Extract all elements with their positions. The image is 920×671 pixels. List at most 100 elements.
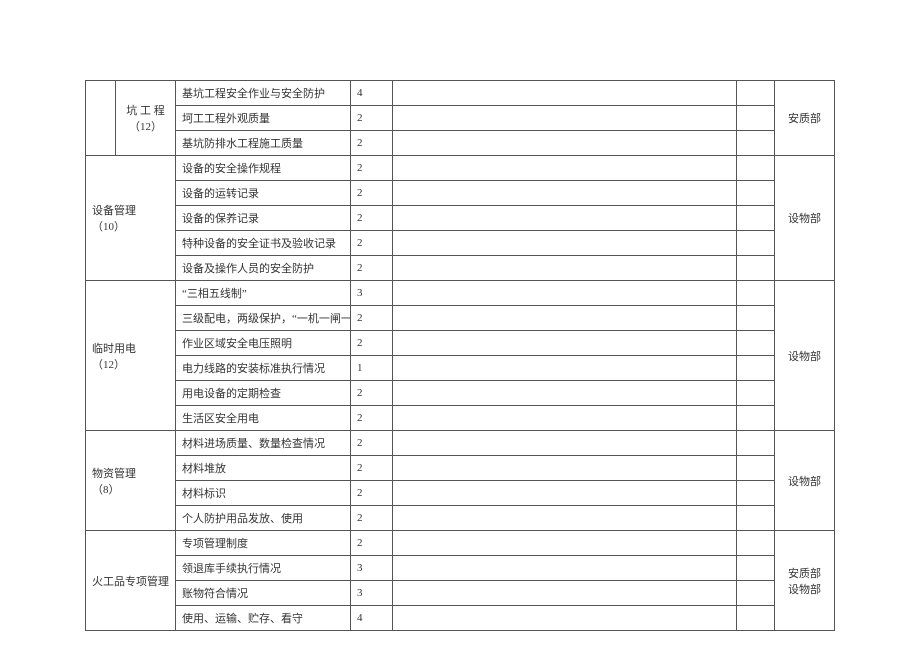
blank-cell <box>393 556 737 581</box>
item-cell: 专项管理制度 <box>176 531 351 556</box>
blank-cell <box>393 231 737 256</box>
item-cell: 基坑防排水工程施工质量 <box>176 131 351 156</box>
blank-cell <box>737 306 775 331</box>
dept-cell: 安质部 设物部 <box>775 531 835 631</box>
blank-cell <box>737 531 775 556</box>
blank-cell <box>737 181 775 206</box>
section-name: 临时用电 <box>92 340 169 356</box>
table-row: 生活区安全用电 2 <box>86 406 835 431</box>
table-row: 账物符合情况 3 <box>86 581 835 606</box>
table-row: 设备的运转记录 2 <box>86 181 835 206</box>
blank-cell <box>737 581 775 606</box>
section-name: 设备管理 <box>92 202 169 218</box>
blank-cell <box>393 156 737 181</box>
dept-line: 安质部 <box>781 565 828 581</box>
blank-cell <box>393 531 737 556</box>
blank-cell <box>737 381 775 406</box>
item-cell: 用电设备的定期检查 <box>176 381 351 406</box>
section-label: 坑 工 程 （12） <box>116 81 176 156</box>
table-row: 设备的保养记录 2 <box>86 206 835 231</box>
table-row: 设备管理 （10） 设备的安全操作规程 2 设物部 <box>86 156 835 181</box>
table-row: 领退库手续执行情况 3 <box>86 556 835 581</box>
section-name: 坑 工 程 <box>122 102 169 118</box>
item-cell: 使用、运输、贮存、看守 <box>176 606 351 631</box>
item-cell: 设备的安全操作规程 <box>176 156 351 181</box>
blank-cell <box>737 281 775 306</box>
blank-cell <box>393 306 737 331</box>
num-cell: 3 <box>351 281 393 306</box>
blank-cell <box>737 231 775 256</box>
num-cell: 2 <box>351 456 393 481</box>
table-row: 作业区域安全电压照明 2 <box>86 331 835 356</box>
section-blank <box>86 81 116 156</box>
dept-cell: 设物部 <box>775 156 835 281</box>
num-cell: 2 <box>351 256 393 281</box>
num-cell: 2 <box>351 131 393 156</box>
blank-cell <box>393 581 737 606</box>
blank-cell <box>737 606 775 631</box>
num-cell: 2 <box>351 331 393 356</box>
num-cell: 4 <box>351 81 393 106</box>
item-cell: 个人防护用品发放、使用 <box>176 506 351 531</box>
num-cell: 2 <box>351 156 393 181</box>
item-cell: 材料标识 <box>176 481 351 506</box>
blank-cell <box>393 181 737 206</box>
item-cell: 作业区域安全电压照明 <box>176 331 351 356</box>
blank-cell <box>393 406 737 431</box>
blank-cell <box>737 256 775 281</box>
item-cell: 坷工工程外观质量 <box>176 106 351 131</box>
section-label: 物资管理 （8） <box>86 431 176 531</box>
dept-line: 设物部 <box>781 581 828 597</box>
num-cell: 2 <box>351 431 393 456</box>
item-cell: 设备的保养记录 <box>176 206 351 231</box>
table-row: 临时用电 （12） “三相五线制” 3 设物部 <box>86 281 835 306</box>
inspection-table: 坑 工 程 （12） 基坑工程安全作业与安全防护 4 安质部 坷工工程外观质量 … <box>85 80 835 631</box>
table-row: 火工品专项管理（16） 专项管理制度 2 安质部 设物部 <box>86 531 835 556</box>
num-cell: 2 <box>351 106 393 131</box>
dept-cell: 安质部 <box>775 81 835 156</box>
item-cell: 生活区安全用电 <box>176 406 351 431</box>
blank-cell <box>737 456 775 481</box>
table-row: 材料标识 2 <box>86 481 835 506</box>
num-cell: 2 <box>351 531 393 556</box>
table-row: 使用、运输、贮存、看守 4 <box>86 606 835 631</box>
blank-cell <box>737 506 775 531</box>
num-cell: 2 <box>351 306 393 331</box>
blank-cell <box>737 356 775 381</box>
blank-cell <box>393 431 737 456</box>
blank-cell <box>737 431 775 456</box>
dept-cell: 设物部 <box>775 431 835 531</box>
blank-cell <box>393 481 737 506</box>
blank-cell <box>737 331 775 356</box>
blank-cell <box>393 456 737 481</box>
blank-cell <box>393 106 737 131</box>
table-row: 物资管理 （8） 材料进场质量、数量检查情况 2 设物部 <box>86 431 835 456</box>
section-label: 火工品专项管理（16） <box>86 531 176 631</box>
section-label: 设备管理 （10） <box>86 156 176 281</box>
item-cell: 特种设备的安全证书及验收记录 <box>176 231 351 256</box>
blank-cell <box>393 381 737 406</box>
section-count: （8） <box>92 481 169 497</box>
num-cell: 2 <box>351 481 393 506</box>
blank-cell <box>393 281 737 306</box>
dept-cell: 设物部 <box>775 281 835 431</box>
section-label: 临时用电 （12） <box>86 281 176 431</box>
blank-cell <box>737 106 775 131</box>
blank-cell <box>393 206 737 231</box>
table-row: 坑 工 程 （12） 基坑工程安全作业与安全防护 4 安质部 <box>86 81 835 106</box>
item-cell: 领退库手续执行情况 <box>176 556 351 581</box>
blank-cell <box>393 356 737 381</box>
blank-cell <box>393 131 737 156</box>
table-row: 三级配电，两级保护，“一机一闸一漏保” 2 <box>86 306 835 331</box>
blank-cell <box>737 206 775 231</box>
item-cell: 三级配电，两级保护，“一机一闸一漏保” <box>176 306 351 331</box>
blank-cell <box>737 131 775 156</box>
item-cell: 基坑工程安全作业与安全防护 <box>176 81 351 106</box>
num-cell: 3 <box>351 556 393 581</box>
blank-cell <box>393 81 737 106</box>
item-cell: 账物符合情况 <box>176 581 351 606</box>
num-cell: 2 <box>351 506 393 531</box>
blank-cell <box>393 256 737 281</box>
table-row: 用电设备的定期检查 2 <box>86 381 835 406</box>
item-cell: “三相五线制” <box>176 281 351 306</box>
